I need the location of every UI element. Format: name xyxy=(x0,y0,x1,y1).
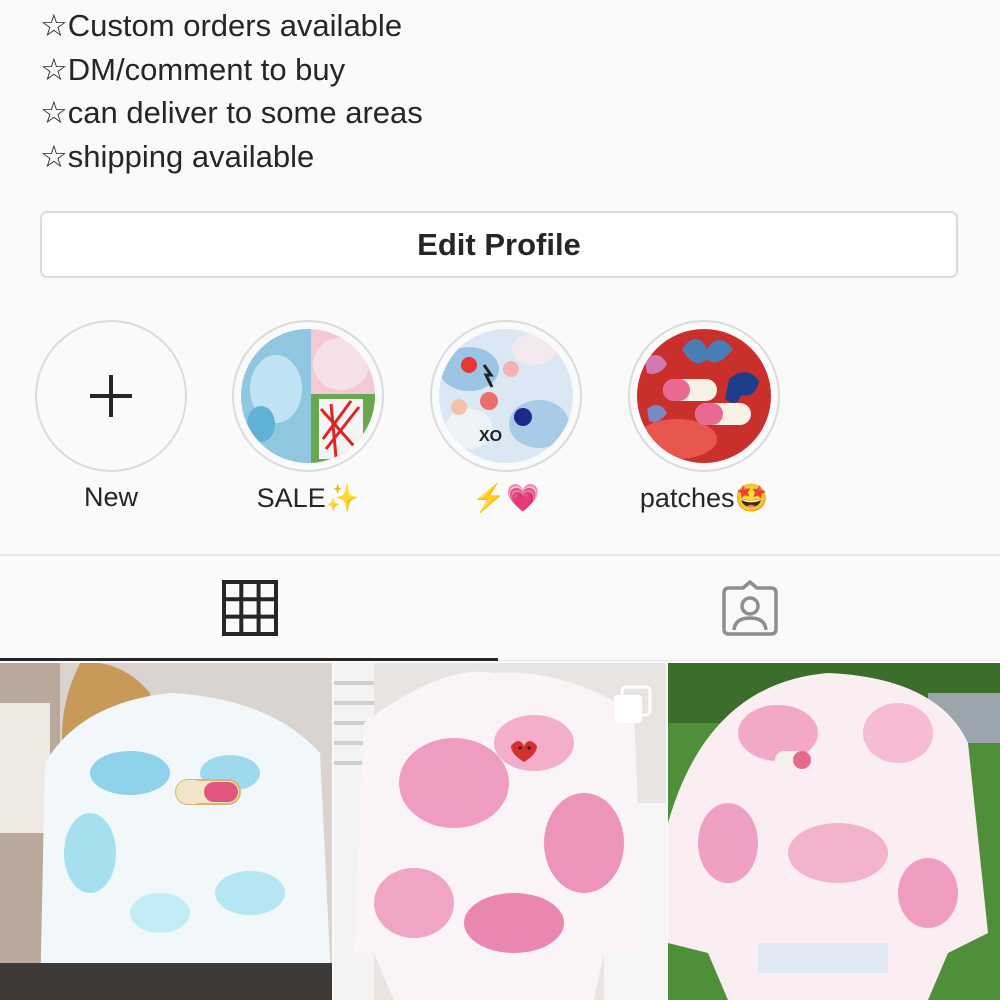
highlight-ring[interactable] xyxy=(232,320,384,472)
highlight-patches[interactable]: patches🤩 xyxy=(628,320,784,513)
multiple-photos-icon xyxy=(614,685,652,723)
post-thumbnail[interactable] xyxy=(668,663,1000,1000)
heart-patches-thumbnail: XO xyxy=(439,329,573,463)
tie-dye-shirt-thumbnail xyxy=(241,329,375,463)
posts-grid xyxy=(0,663,1000,1000)
profile-tabs xyxy=(0,556,1000,660)
highlight-ring[interactable] xyxy=(35,320,187,472)
edit-profile-button[interactable]: Edit Profile xyxy=(40,211,958,278)
tab-divider xyxy=(498,660,1000,661)
highlight-new[interactable]: New xyxy=(35,320,191,512)
highlight-sale[interactable]: SALE✨ xyxy=(232,320,388,513)
active-tab-indicator xyxy=(0,658,498,661)
post-thumbnail[interactable] xyxy=(334,663,666,1000)
bio-line: ☆shipping available xyxy=(40,138,315,174)
bio-line: ☆can deliver to some areas xyxy=(40,95,423,130)
butterfly-patches-thumbnail xyxy=(637,329,771,463)
tab-tagged[interactable] xyxy=(500,556,1000,660)
svg-text:XO: XO xyxy=(479,428,502,445)
bio-line: ☆Custom orders available xyxy=(40,8,403,43)
profile-bio: ☆Custom orders available ☆DM/comment to … xyxy=(40,4,940,178)
highlight-label: patches🤩 xyxy=(639,483,769,513)
tagged-person-icon xyxy=(722,580,778,636)
post-thumbnail[interactable] xyxy=(0,663,332,1000)
highlight-ring[interactable]: XO xyxy=(430,320,582,472)
highlight-lightning-heart[interactable]: XO ⚡️💗 xyxy=(430,320,586,513)
tab-posts-grid[interactable] xyxy=(0,556,500,660)
grid-icon xyxy=(222,580,278,636)
highlight-ring[interactable] xyxy=(628,320,780,472)
plus-icon xyxy=(90,375,132,417)
bio-line: ☆DM/comment to buy xyxy=(40,51,346,87)
